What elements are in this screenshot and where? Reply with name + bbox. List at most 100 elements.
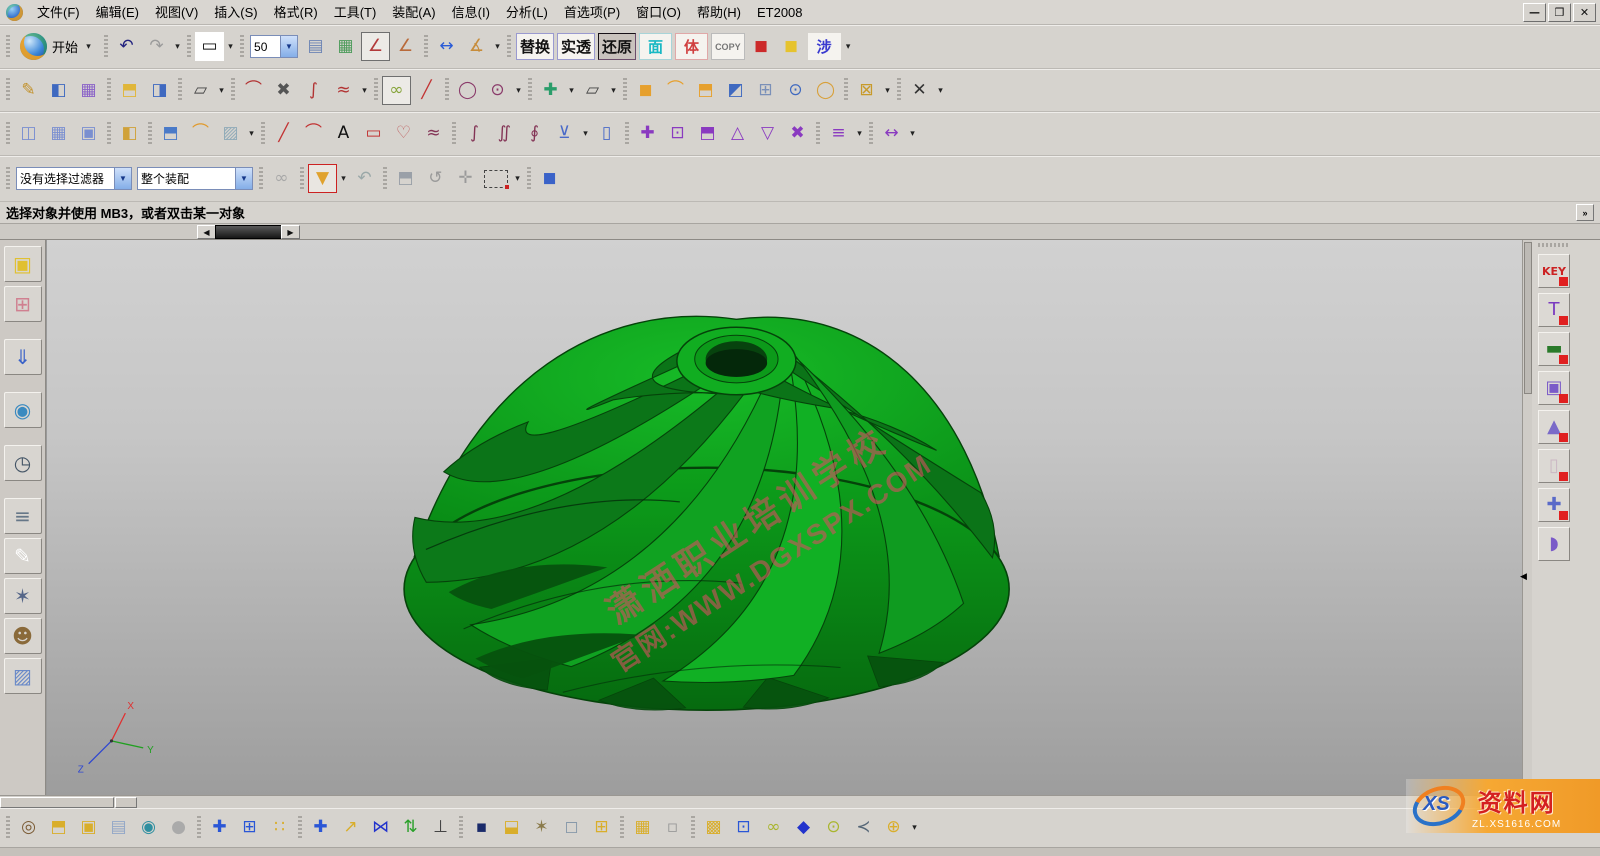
- undo-selection-icon[interactable]: ↶: [350, 164, 379, 193]
- visualization-tab[interactable]: ✎: [4, 538, 42, 574]
- selection-scope-combo[interactable]: 整个装配▼: [137, 167, 253, 190]
- she-macro-button[interactable]: 涉: [808, 33, 841, 60]
- promote-body-icon[interactable]: ✚: [306, 813, 335, 842]
- wcs-orient-icon[interactable]: ∠: [391, 32, 420, 61]
- menu-help[interactable]: 帮助(H): [689, 2, 749, 23]
- mirror-assembly-icon[interactable]: ⋈: [366, 813, 395, 842]
- dimension-xy-icon[interactable]: ✕: [905, 76, 934, 105]
- copy-button[interactable]: COPY: [711, 33, 745, 60]
- gallery-tab[interactable]: ▨: [4, 658, 42, 694]
- measure-angle-icon[interactable]: ∡: [462, 32, 491, 61]
- graphics-viewport[interactable]: XYZ 潇洒职业培训学校 官网:WWW.DGXSPX.COM: [46, 240, 1522, 795]
- assembly-navigator-tab[interactable]: ▣: [4, 246, 42, 282]
- oval-block-part[interactable]: ▬: [1538, 332, 1570, 366]
- dimension-caret[interactable]: ▾: [935, 85, 946, 96]
- exploded-view-icon[interactable]: ▩: [699, 813, 728, 842]
- suppressed-component-icon[interactable]: ●: [164, 813, 193, 842]
- interpart-link-gray-icon[interactable]: ∞: [267, 164, 296, 193]
- layer-category-icon[interactable]: ▦: [331, 32, 360, 61]
- assembly-tools-icon[interactable]: ✶: [527, 813, 556, 842]
- sketch-icon[interactable]: ✎: [14, 76, 43, 105]
- part-navigator-tab[interactable]: ⇓: [4, 339, 42, 375]
- circle-radius-icon[interactable]: ⊙: [483, 76, 512, 105]
- snap-point-caret[interactable]: ▾: [338, 173, 349, 184]
- undo-icon[interactable]: ↶: [112, 32, 141, 61]
- marquee-caret[interactable]: ▾: [512, 173, 523, 184]
- work-layer-combo[interactable]: 50▼: [250, 35, 298, 58]
- layer-settings-icon[interactable]: ▤: [301, 32, 330, 61]
- wave-cubes-icon[interactable]: ▦: [628, 813, 657, 842]
- view-selector-box[interactable]: ▭: [195, 32, 224, 61]
- macro-caret[interactable]: ▾: [843, 41, 854, 52]
- ruled-surface-icon[interactable]: ◫: [14, 119, 43, 148]
- orient-view-icon[interactable]: ⬒: [391, 164, 420, 193]
- pan-left-button[interactable]: ◀: [197, 225, 216, 239]
- component-groups-icon[interactable]: ▤: [104, 813, 133, 842]
- unite-boolean-icon[interactable]: ⊠: [852, 76, 881, 105]
- bushing-part[interactable]: ▯: [1538, 449, 1570, 483]
- menu-assemblies[interactable]: 装配(A): [384, 2, 443, 23]
- close-button[interactable]: ✕: [1573, 3, 1596, 22]
- flange-surface-icon[interactable]: ⌒: [186, 119, 215, 148]
- link-info-icon[interactable]: ⊙: [819, 813, 848, 842]
- menu-analysis[interactable]: 分析(L): [498, 2, 556, 23]
- menu-preferences[interactable]: 首选项(P): [556, 2, 628, 23]
- sequence-steps-icon[interactable]: ▫: [658, 813, 687, 842]
- boolean-caret[interactable]: ▾: [882, 85, 893, 96]
- hole-feature-icon[interactable]: ⊙: [781, 76, 810, 105]
- datum-plane-icon[interactable]: ⬒: [115, 76, 144, 105]
- studio-spline-icon[interactable]: ≈: [419, 119, 448, 148]
- menu-et2008[interactable]: ET2008: [749, 2, 811, 23]
- resource-collapse-arrow[interactable]: ◀: [1520, 570, 1530, 582]
- pocket-feature-icon[interactable]: ◩: [721, 76, 750, 105]
- relations-browser-icon[interactable]: ≺: [849, 813, 878, 842]
- display-component-icon[interactable]: ▣: [74, 813, 103, 842]
- open-component-icon[interactable]: ⬒: [44, 813, 73, 842]
- scene-settings-tab[interactable]: ✶: [4, 578, 42, 614]
- sew-surface-icon[interactable]: ⬒: [156, 119, 185, 148]
- add-component-icon[interactable]: ✚: [205, 813, 234, 842]
- properties-caret[interactable]: ▾: [854, 128, 865, 139]
- divide-curve-icon[interactable]: ✖: [269, 76, 298, 105]
- remember-position-icon[interactable]: ▪: [467, 813, 496, 842]
- fillet-curve-icon[interactable]: ∫: [299, 76, 328, 105]
- swap-face-icon[interactable]: ◧: [115, 119, 144, 148]
- arrangements-icon[interactable]: ⬓: [497, 813, 526, 842]
- selection-scope-combo-dropdown-button[interactable]: ▼: [235, 168, 252, 189]
- move-component-icon[interactable]: ⇅: [396, 813, 425, 842]
- vertical-scroll-thumb[interactable]: [1524, 242, 1532, 394]
- true-shading-button[interactable]: 实透: [557, 33, 595, 60]
- section-view-icon[interactable]: ◧: [44, 76, 73, 105]
- reposition-component-icon[interactable]: ↗: [336, 813, 365, 842]
- start-button[interactable]: 开始▾: [14, 32, 100, 61]
- body-display-button[interactable]: 体: [675, 33, 708, 60]
- face-display-button[interactable]: 面: [639, 33, 672, 60]
- view-selector-caret[interactable]: ▾: [225, 41, 236, 52]
- dome-feature-icon[interactable]: ◯: [811, 76, 840, 105]
- shape-boolean-icon[interactable]: ✚: [536, 76, 565, 105]
- constraint-navigator-tab[interactable]: ⊞: [4, 286, 42, 322]
- shown-view-icon[interactable]: ⊡: [729, 813, 758, 842]
- section-curve-icon[interactable]: ∬: [490, 119, 519, 148]
- materials-tab[interactable]: ≡: [4, 498, 42, 534]
- project-curve-icon[interactable]: ⊻: [550, 119, 579, 148]
- menu-insert[interactable]: 插入(S): [206, 2, 265, 23]
- object-properties-icon[interactable]: ≡: [824, 119, 853, 148]
- selection-filter-combo[interactable]: 没有选择过滤器▼: [16, 167, 132, 190]
- text-curve-icon[interactable]: A: [329, 119, 358, 148]
- chain-curves-icon[interactable]: ∞: [382, 76, 411, 105]
- web-browser-tab[interactable]: ◉: [4, 392, 42, 428]
- menu-window[interactable]: 窗口(O): [628, 2, 689, 23]
- paste-object-icon[interactable]: ⬒: [693, 119, 722, 148]
- assembly-caret[interactable]: ▾: [909, 822, 920, 833]
- measure-caret[interactable]: ▾: [492, 41, 503, 52]
- clearance-check-icon[interactable]: ◻: [557, 813, 586, 842]
- circle-caret[interactable]: ▾: [513, 85, 524, 96]
- new-component-icon[interactable]: ⊞: [235, 813, 264, 842]
- yellow-cube-icon[interactable]: ◼: [777, 32, 806, 61]
- edit-curve-icon[interactable]: ≈: [329, 76, 358, 105]
- measure-body-caret[interactable]: ▾: [907, 128, 918, 139]
- profile-curve-icon[interactable]: ♡: [389, 119, 418, 148]
- swept-pad-icon[interactable]: ◨: [145, 76, 174, 105]
- prompt-more-button[interactable]: »: [1576, 204, 1594, 221]
